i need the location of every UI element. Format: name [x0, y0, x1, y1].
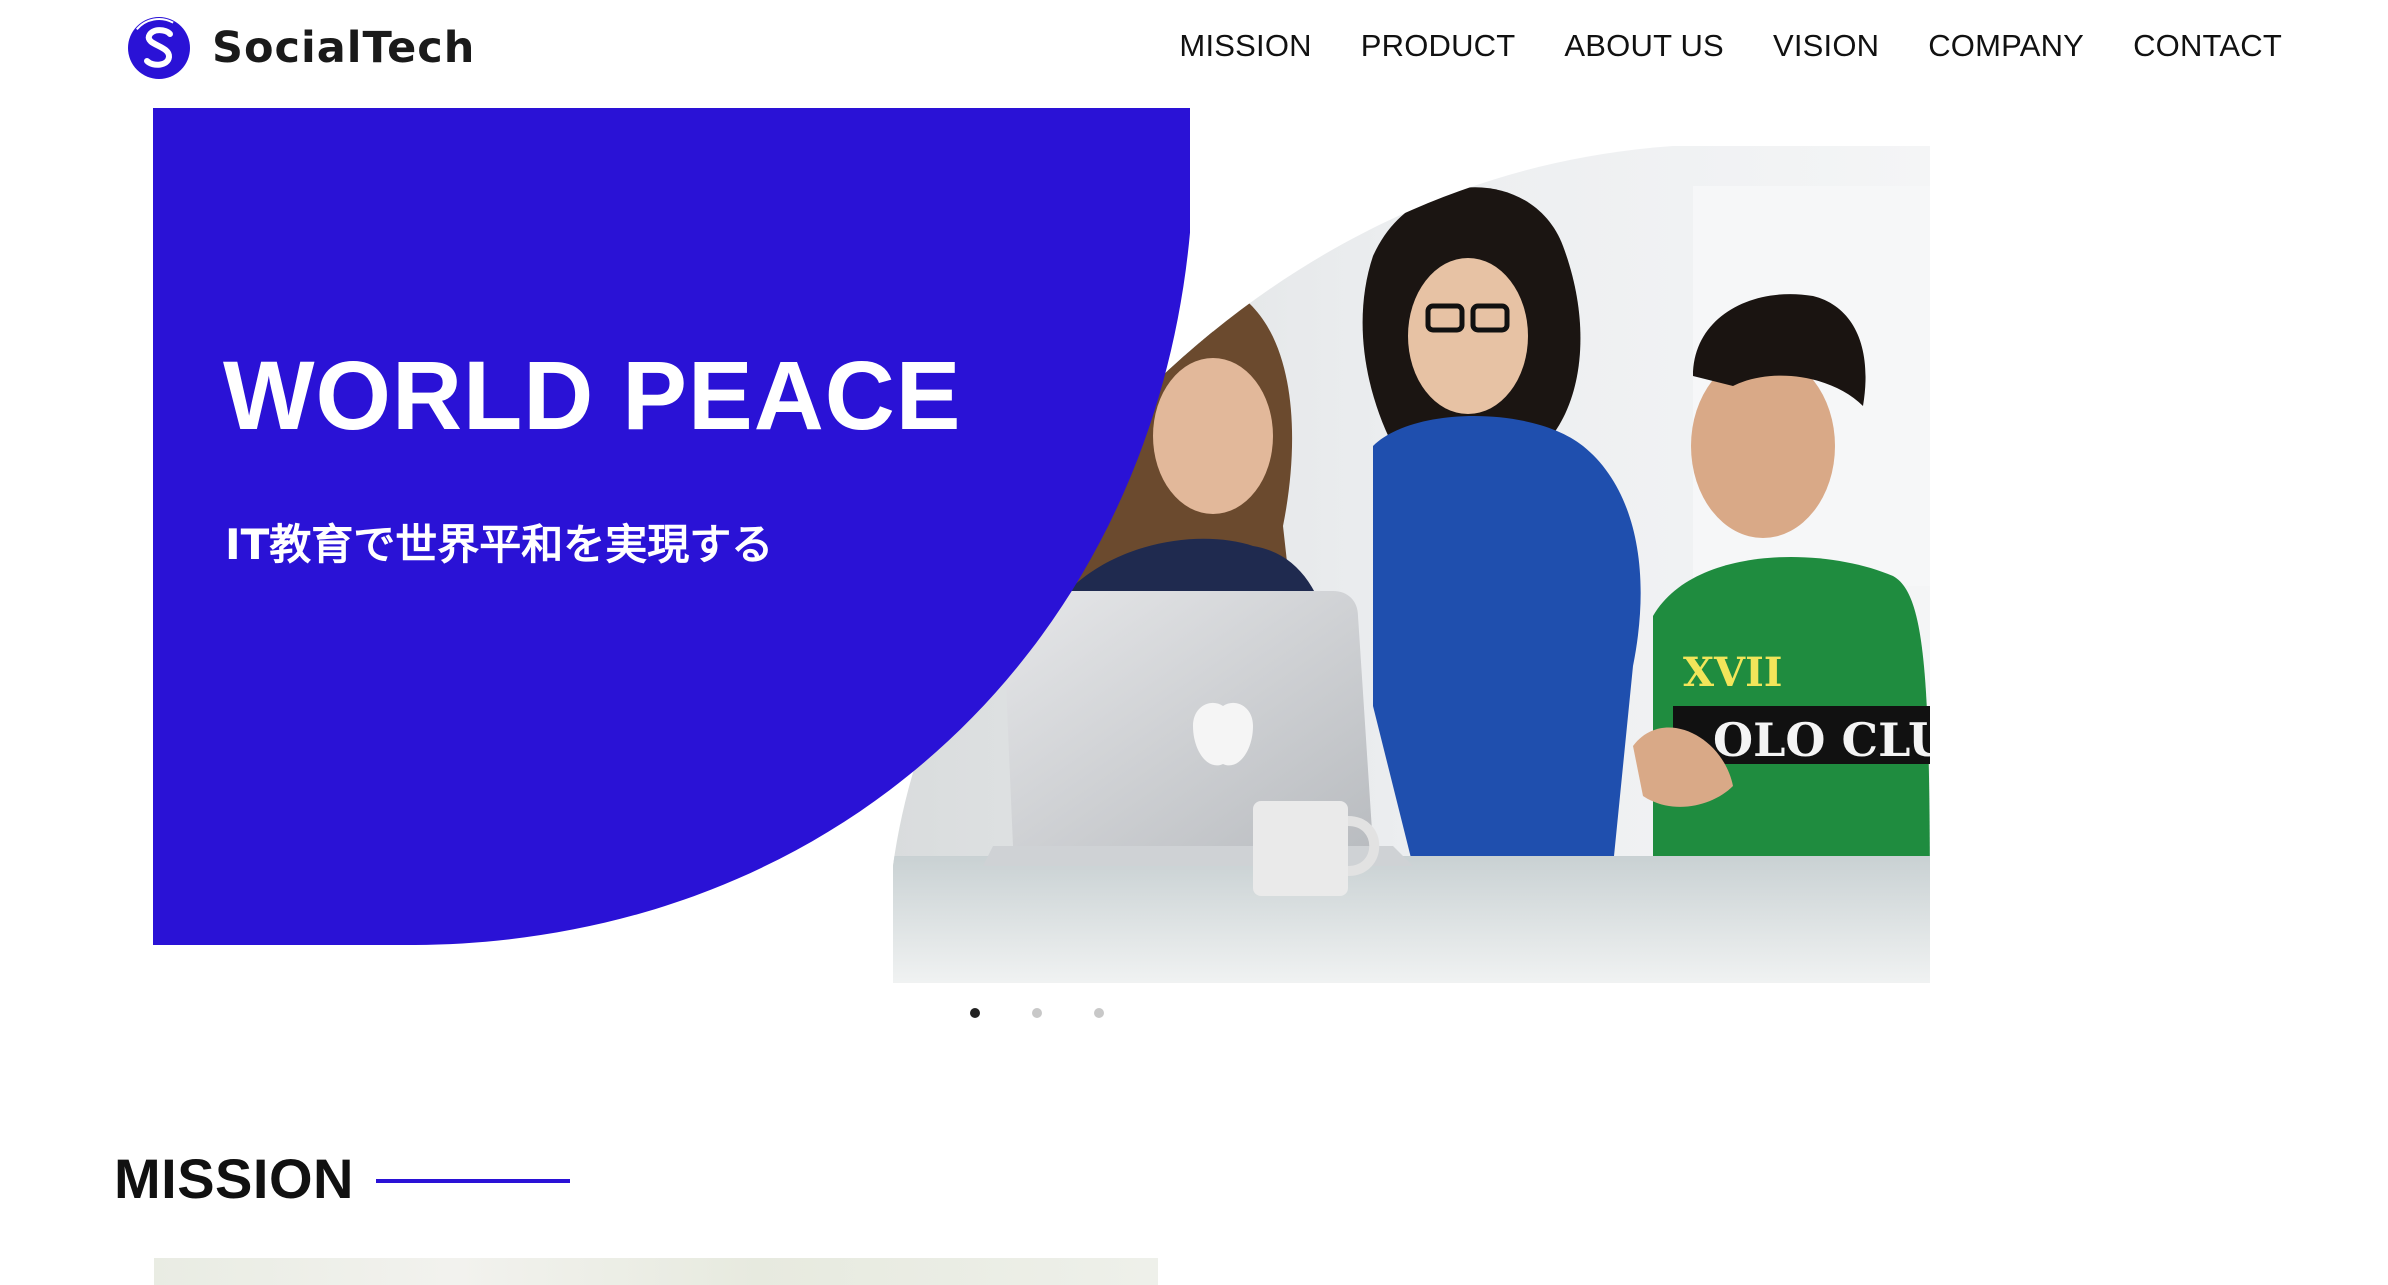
site-logo[interactable]: SocialTech: [126, 14, 475, 82]
nav-item-mission[interactable]: MISSION: [1179, 28, 1311, 64]
nav-item-vision[interactable]: VISION: [1773, 28, 1879, 64]
svg-text:OLO CLUB: OLO CLUB: [1713, 713, 1930, 767]
section-underline: [375, 1178, 570, 1183]
nav-item-contact[interactable]: CONTACT: [2133, 28, 2282, 64]
nav-item-product[interactable]: PRODUCT: [1361, 28, 1516, 64]
svg-text:XVII: XVII: [1683, 649, 1783, 696]
logo-mark-icon: [128, 17, 190, 79]
site-header: SocialTech MISSION PRODUCT ABOUT US VISI…: [0, 0, 2388, 105]
main-nav: MISSION PRODUCT ABOUT US VISION COMPANY …: [1179, 28, 2282, 64]
nav-item-company[interactable]: COMPANY: [1928, 28, 2084, 64]
hero-slider[interactable]: OLO CLUB XVII WORLD PEACE IT教育で世界平和を実現する: [153, 108, 1930, 988]
logo-text: SocialTech: [212, 23, 476, 73]
hero-subtitle: IT教育で世界平和を実現する: [225, 520, 774, 569]
slider-dot-2[interactable]: [1032, 1008, 1042, 1018]
slider-pagination: [970, 1008, 1104, 1018]
slider-dot-3[interactable]: [1094, 1008, 1104, 1018]
hero-title: WORLD PEACE: [223, 341, 962, 450]
nav-item-about-us[interactable]: ABOUT US: [1564, 28, 1724, 64]
mission-heading: MISSION: [114, 1146, 570, 1211]
slider-dot-1[interactable]: [970, 1008, 980, 1018]
mission-image: [154, 1258, 1158, 1285]
section-title: MISSION: [114, 1147, 354, 1210]
